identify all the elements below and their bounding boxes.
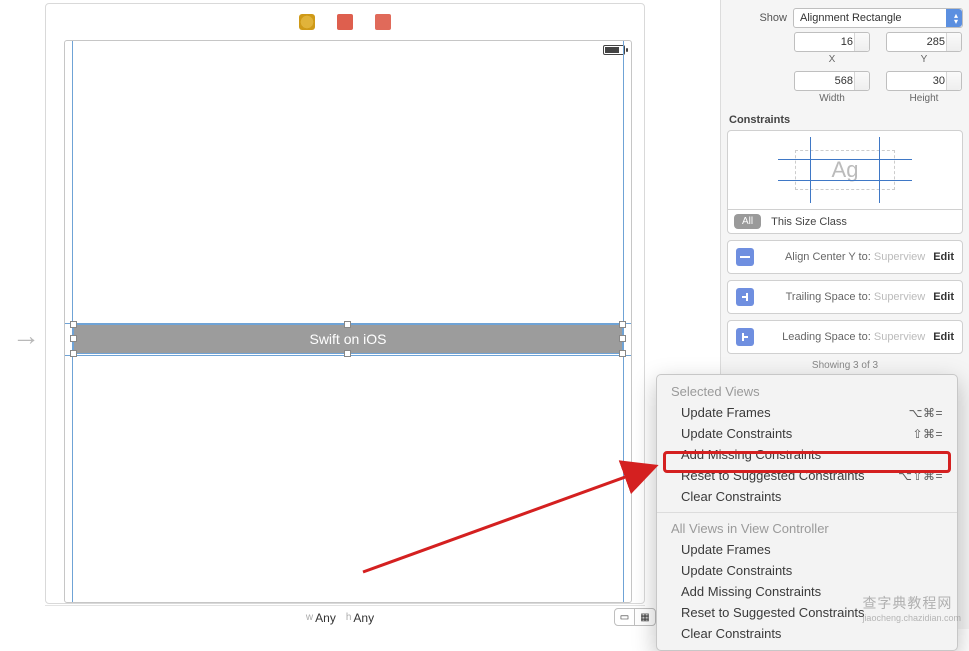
trailing-space-icon [736, 288, 754, 306]
constraints-title: Constraints [729, 114, 963, 126]
constraint-line [810, 137, 811, 203]
y-stepper[interactable]: 285 [886, 32, 962, 52]
menu-header: All Views in View Controller [657, 518, 957, 539]
constraint-line [879, 137, 880, 203]
constraint-line [778, 159, 912, 160]
size-class-w-value: Any [315, 611, 336, 625]
resize-handle[interactable] [619, 335, 626, 342]
x-value: 16 [841, 36, 853, 48]
interface-builder-canvas[interactable]: Swift on iOS [45, 3, 645, 604]
x-label: X [829, 54, 836, 65]
edit-button[interactable]: Edit [933, 251, 954, 263]
constraint-label: Trailing Space to: [786, 291, 871, 303]
chevron-updown-icon: ▴▾ [954, 13, 958, 25]
width-label: Width [819, 93, 845, 104]
menu-update-frames-all[interactable]: Update Frames [657, 539, 957, 560]
menu-clear-constraints[interactable]: Clear Constraints [657, 486, 957, 507]
show-value: Alignment Rectangle [800, 12, 902, 24]
battery-icon [603, 45, 625, 55]
height-value: 30 [933, 75, 945, 87]
constraint-value: Superview [874, 251, 925, 263]
edit-button[interactable]: Edit [933, 331, 954, 343]
menu-update-frames[interactable]: Update Frames⌥⌘= [657, 402, 957, 423]
constraint-value: Superview [874, 291, 925, 303]
leading-space-icon [736, 328, 754, 346]
constraint-line [778, 180, 912, 181]
size-class-text: This Size Class [771, 216, 847, 228]
menu-header: Selected Views [657, 381, 957, 402]
constraint-row[interactable]: Align Center Y to: Superview Edit [727, 240, 963, 274]
show-select[interactable]: Alignment Rectangle ▴▾ [793, 8, 963, 28]
resize-handle[interactable] [70, 321, 77, 328]
y-label: Y [921, 54, 928, 65]
first-responder-icon[interactable] [337, 14, 353, 30]
selected-label-view[interactable]: Swift on iOS [73, 324, 623, 354]
shortcut: ⌥⌘= [909, 406, 943, 420]
resize-handle[interactable] [344, 350, 351, 357]
width-stepper[interactable]: 568 [794, 71, 870, 91]
status-bar [603, 45, 625, 55]
constraints-diagram-panel: Ag All This Size Class [727, 130, 963, 234]
resize-handle[interactable] [70, 335, 77, 342]
menu-update-constraints-all[interactable]: Update Constraints [657, 560, 957, 581]
align-center-y-icon [736, 248, 754, 266]
resize-handle[interactable] [70, 350, 77, 357]
scene-toolbar [299, 14, 391, 30]
shortcut: ⌥⇧⌘= [898, 469, 943, 483]
menu-reset-suggested-constraints[interactable]: Reset to Suggested Constraints⌥⇧⌘= [657, 465, 957, 486]
segue-arrow-icon: → [12, 320, 40, 352]
identity-icon[interactable] [299, 14, 315, 30]
layout-mode-segment[interactable]: ▭▦ [614, 608, 656, 626]
size-class-h-prefix: h [346, 612, 352, 623]
constraint-label: Align Center Y to: [785, 251, 871, 263]
constraint-label: Leading Space to: [782, 331, 871, 343]
showing-count: Showing 3 of 3 [727, 360, 963, 371]
resize-handle[interactable] [619, 321, 626, 328]
y-value: 285 [927, 36, 945, 48]
shortcut: ⇧⌘= [912, 427, 943, 441]
constraint-row[interactable]: Leading Space to: Superview Edit [727, 320, 963, 354]
resize-handle[interactable] [344, 321, 351, 328]
all-size-classes-chip[interactable]: All [734, 214, 761, 229]
x-stepper[interactable]: 16 [794, 32, 870, 52]
exit-icon[interactable] [375, 14, 391, 30]
size-class-bar[interactable]: w Any h Any [45, 605, 645, 629]
edit-button[interactable]: Edit [933, 291, 954, 303]
constraint-row[interactable]: Trailing Space to: Superview Edit [727, 280, 963, 314]
width-value: 568 [835, 75, 853, 87]
menu-update-constraints[interactable]: Update Constraints⇧⌘= [657, 423, 957, 444]
menu-add-missing-constraints[interactable]: Add Missing Constraints [657, 444, 957, 465]
show-label: Show [727, 12, 787, 24]
constraints-diagram[interactable]: Ag [728, 131, 962, 209]
height-label: Height [910, 93, 939, 104]
menu-clear-constraints-all[interactable]: Clear Constraints [657, 623, 957, 644]
height-stepper[interactable]: 30 [886, 71, 962, 91]
size-class-h-value: Any [353, 611, 374, 625]
constraint-value: Superview [874, 331, 925, 343]
size-class-w-prefix: w [306, 612, 313, 623]
label-text: Swift on iOS [309, 331, 386, 347]
resize-handle[interactable] [619, 350, 626, 357]
menu-separator [657, 512, 957, 513]
device-frame: Swift on iOS [64, 40, 632, 603]
watermark: 查字典教程网 jiaocheng.chazidian.com [862, 593, 961, 623]
